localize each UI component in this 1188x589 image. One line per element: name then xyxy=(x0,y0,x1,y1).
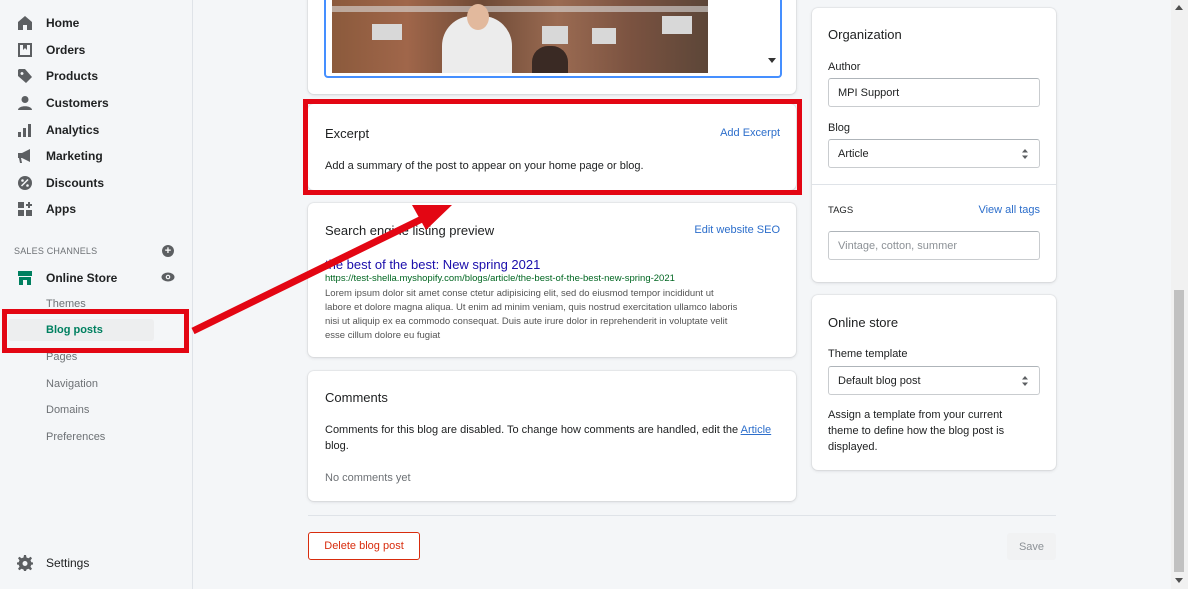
store-icon xyxy=(17,270,33,286)
blog-label: Blog xyxy=(828,122,851,134)
author-label: Author xyxy=(828,61,861,73)
tags-input[interactable]: Vintage, cotton, summer xyxy=(828,231,1040,260)
apps-icon xyxy=(17,201,33,217)
sales-channels-title: SALES CHANNELS xyxy=(14,246,98,256)
megaphone-icon xyxy=(17,148,33,164)
comments-card: Comments Comments for this blog are disa… xyxy=(308,371,796,501)
sub-navigation-label: Navigation xyxy=(46,378,98,390)
sub-preferences-label: Preferences xyxy=(46,431,106,443)
seo-title: Search engine listing preview xyxy=(325,223,495,238)
nav-orders[interactable]: Orders xyxy=(0,38,192,62)
discount-icon xyxy=(17,175,33,191)
excerpt-description: Add a summary of the post to appear on y… xyxy=(325,160,644,172)
eye-icon[interactable] xyxy=(161,271,175,283)
nav-home[interactable]: Home xyxy=(0,11,192,35)
organization-card: Organization Author MPI Support Blog Art… xyxy=(812,8,1056,282)
gear-icon xyxy=(17,555,33,571)
blog-select[interactable]: Article xyxy=(828,139,1040,168)
nav-settings[interactable]: Settings xyxy=(0,551,192,575)
nav-online-store-label: Online Store xyxy=(46,271,118,285)
add-excerpt-link[interactable]: Add Excerpt xyxy=(720,127,780,139)
seo-preview-card: Search engine listing preview Edit websi… xyxy=(308,203,796,357)
sub-blog-posts[interactable]: Blog posts xyxy=(8,319,154,341)
image-scroll-down-icon[interactable] xyxy=(768,58,776,63)
sub-navigation[interactable]: Navigation xyxy=(0,373,192,395)
featured-image-frame[interactable] xyxy=(324,0,782,78)
nav-apps[interactable]: Apps xyxy=(0,197,192,221)
theme-template-select[interactable]: Default blog post xyxy=(828,366,1040,395)
sub-pages-label: Pages xyxy=(46,351,78,363)
seo-url: https://test-shella.myshopify.com/blogs/… xyxy=(325,273,675,284)
author-input[interactable]: MPI Support xyxy=(828,78,1040,107)
nav-home-label: Home xyxy=(46,16,80,30)
nav-products-label: Products xyxy=(46,69,99,83)
excerpt-title: Excerpt xyxy=(325,126,370,141)
nav-products[interactable]: Products xyxy=(0,64,192,88)
comments-disabled-text: Comments for this blog are disabled. To … xyxy=(325,424,772,452)
nav-marketing-label: Marketing xyxy=(46,149,103,163)
sub-themes[interactable]: Themes xyxy=(0,293,192,315)
sidebar: Home Orders Products Customers Analytics… xyxy=(0,0,193,589)
tags-label: TAGS xyxy=(828,205,854,216)
nav-marketing[interactable]: Marketing xyxy=(0,144,192,168)
nav-discounts-label: Discounts xyxy=(46,176,105,190)
person-icon xyxy=(17,95,33,111)
theme-template-label: Theme template xyxy=(828,348,908,360)
featured-image xyxy=(332,0,708,73)
article-link[interactable]: Article xyxy=(741,424,772,436)
select-arrows-icon xyxy=(1022,149,1028,159)
orders-icon xyxy=(17,42,33,58)
home-icon xyxy=(17,15,33,31)
nav-settings-label: Settings xyxy=(46,556,90,570)
nav-apps-label: Apps xyxy=(46,202,76,216)
nav-customers-label: Customers xyxy=(46,96,109,110)
seo-page-title: the best of the best: New spring 2021 xyxy=(325,257,541,272)
excerpt-card: Excerpt Add Excerpt Add a summary of the… xyxy=(308,104,796,190)
featured-image-card xyxy=(308,0,796,94)
organization-divider xyxy=(812,184,1056,185)
nav-discounts[interactable]: Discounts xyxy=(0,171,192,195)
theme-template-help: Assign a template from your current them… xyxy=(828,409,1005,453)
nav-analytics[interactable]: Analytics xyxy=(0,118,192,142)
sub-domains-label: Domains xyxy=(46,404,90,416)
delete-blog-post-button[interactable]: Delete blog post xyxy=(308,532,420,560)
page-scrollbar-thumb[interactable] xyxy=(1174,290,1184,572)
nav-analytics-label: Analytics xyxy=(46,123,100,137)
add-channel-icon[interactable]: + xyxy=(162,245,174,257)
sub-domains[interactable]: Domains xyxy=(0,399,192,421)
sub-pages[interactable]: Pages xyxy=(0,346,192,368)
sub-preferences[interactable]: Preferences xyxy=(0,426,192,448)
save-button[interactable]: Save xyxy=(1007,533,1056,560)
bar-chart-icon xyxy=(17,122,33,138)
no-comments-text: No comments yet xyxy=(325,472,411,484)
footer-divider xyxy=(308,515,1056,516)
seo-description: Lorem ipsum dolor sit amet conse ctetur … xyxy=(325,288,738,341)
nav-customers[interactable]: Customers xyxy=(0,91,192,115)
online-store-card: Online store Theme template Default blog… xyxy=(812,295,1056,470)
nav-orders-label: Orders xyxy=(46,43,86,57)
organization-title: Organization xyxy=(828,27,902,42)
scroll-down-icon[interactable] xyxy=(1175,578,1183,583)
online-store-title: Online store xyxy=(828,315,899,330)
comments-title: Comments xyxy=(325,390,388,405)
sub-blog-posts-label: Blog posts xyxy=(46,324,103,336)
view-all-tags-link[interactable]: View all tags xyxy=(978,204,1040,216)
scroll-up-icon[interactable] xyxy=(1175,5,1183,10)
select-arrows-icon xyxy=(1022,376,1028,386)
sub-themes-label: Themes xyxy=(46,298,86,310)
edit-seo-link[interactable]: Edit website SEO xyxy=(694,224,780,236)
tag-icon xyxy=(17,68,33,84)
